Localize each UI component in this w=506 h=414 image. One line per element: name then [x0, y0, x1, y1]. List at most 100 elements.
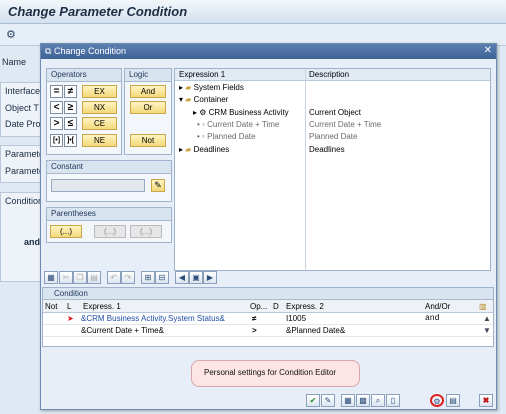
object-icon: ⚙ [199, 108, 207, 117]
logic-box: Logic And Or Not [124, 68, 172, 155]
operators-box: Operators = ≠ < ≥ > ≤ [•] ]•[ EX NX CE N… [46, 68, 122, 155]
greater-equal-button[interactable]: ≥ [64, 101, 77, 114]
dialog-title: Change Condition [53, 46, 127, 56]
copy-icon[interactable]: ❐ [73, 271, 87, 284]
tree-node-current-date[interactable]: • ▫ Current Date + Time [197, 120, 279, 132]
constant-input[interactable] [51, 179, 145, 192]
edit-constant-icon[interactable]: ✎ [151, 179, 165, 192]
operators-header: Operators [47, 69, 121, 82]
layout-icon[interactable]: ▤ [446, 394, 460, 407]
tree-col-expression: Expression 1 [179, 70, 226, 79]
row-expr2[interactable]: &Planned Date& [286, 326, 345, 335]
find-icon[interactable]: ⌕ [371, 394, 385, 407]
ne-button[interactable]: NE [82, 134, 117, 147]
bg-label-interface: Interface [5, 86, 41, 96]
tree-node-container[interactable]: ▾ ▰ Container [179, 95, 228, 107]
or-button[interactable]: Or [130, 101, 166, 114]
close-icon[interactable]: ✕ [484, 45, 492, 56]
grid-icon[interactable]: ▩ [356, 394, 370, 407]
table-row[interactable]: ➤ &CRM Business Activity.System Status& … [43, 313, 493, 325]
tree-node-crm-activity[interactable]: ▸ ⚙ CRM Business Activity [193, 108, 289, 120]
cut-icon[interactable]: ✂ [59, 271, 73, 284]
col-andor: And/Or [425, 302, 451, 311]
bg-label-date: Date Pro [5, 119, 41, 129]
bg-label-name: Name [2, 57, 27, 67]
folder-icon: ▰ [185, 83, 192, 92]
ce-button[interactable]: CE [82, 117, 117, 130]
ex-button[interactable]: EX [82, 85, 117, 98]
constant-box: Constant ✎ [46, 160, 172, 202]
cancel-icon[interactable]: ✖ [479, 394, 493, 407]
details-icon[interactable]: ▣ [189, 271, 203, 284]
personal-settings-icon[interactable]: ⚙ [430, 394, 444, 407]
delete-row-icon[interactable]: ⊟ [155, 271, 169, 284]
check-icon[interactable]: ✔ [306, 394, 320, 407]
and-button[interactable]: And [130, 85, 166, 98]
expression-tree: Expression 1 Description ▸ ▰ System Fiel… [174, 68, 491, 271]
row-pointer-icon: ➤ [67, 314, 74, 323]
remove-parentheses-button[interactable]: (...) [94, 225, 126, 238]
paste-icon[interactable]: ▤ [87, 271, 101, 284]
tree-desc-crm-activity: Current Object [309, 108, 362, 117]
tree-desc-planned-date: Planned Date [309, 132, 358, 141]
settings-icon[interactable]: ⚙ [6, 28, 18, 41]
parentheses-header: Parentheses [47, 208, 171, 221]
move-parentheses-button[interactable]: (...) [130, 225, 162, 238]
condition-caption: Condition [43, 288, 493, 300]
condition-table: Condition Not L Express. 1 Op... D Expre… [42, 287, 494, 347]
not-button[interactable]: Not [130, 134, 166, 147]
previous-icon[interactable]: ◀ [175, 271, 189, 284]
logic-header: Logic [125, 69, 171, 82]
not-between-button[interactable]: ]•[ [64, 134, 77, 147]
dialog-titlebar: ⧉ Change Condition ✕ [41, 44, 496, 59]
row-op[interactable]: > [252, 326, 257, 335]
scroll-up-icon[interactable]: ▲ [483, 314, 491, 323]
less-equal-button[interactable]: ≤ [64, 117, 77, 130]
change-condition-dialog: ⧉ Change Condition ✕ Operators = ≠ < ≥ >… [40, 43, 497, 410]
insert-parentheses-button[interactable]: (...) [50, 225, 82, 238]
constant-header: Constant [47, 161, 171, 174]
row-expr2[interactable]: I1005 [286, 314, 306, 323]
dialog-icon: ⧉ [45, 46, 52, 56]
table-row[interactable]: &Current Date + Time& > &Planned Date& ▼ [43, 325, 493, 337]
folder-icon: ▰ [185, 145, 192, 154]
tree-node-deadlines[interactable]: ▸ ▰ Deadlines [179, 145, 229, 157]
less-button[interactable]: < [50, 101, 63, 114]
redo-icon[interactable]: ↷ [121, 271, 135, 284]
col-op: Op... [250, 302, 268, 311]
column-settings-icon[interactable]: ▥ [479, 302, 487, 311]
bg-label-object: Object T [5, 103, 39, 113]
document-icon[interactable]: ▯ [386, 394, 400, 407]
col-l: L [67, 302, 72, 311]
folder-icon: ▰ [185, 95, 192, 104]
tree-header: Expression 1 Description [175, 69, 490, 81]
bg-label-param1: Paramete [5, 149, 45, 159]
edit-icon[interactable]: ✎ [321, 394, 335, 407]
row-expr1[interactable]: &CRM Business Activity.System Status& [81, 314, 225, 323]
nx-button[interactable]: NX [82, 101, 117, 114]
format-icon[interactable]: ▦ [341, 394, 355, 407]
between-button[interactable]: [•] [50, 134, 63, 147]
bg-label-and: and [24, 237, 41, 247]
bg-label-condition: Condition [5, 196, 44, 206]
field-icon: ▫ [202, 120, 205, 129]
row-expr1[interactable]: &Current Date + Time& [81, 326, 164, 335]
next-icon[interactable]: ▶ [203, 271, 217, 284]
not-equal-button[interactable]: ≠ [64, 85, 77, 98]
col-express2: Express. 2 [286, 302, 324, 311]
undo-icon[interactable]: ↶ [107, 271, 121, 284]
tree-node-system-fields[interactable]: ▸ ▰ System Fields [179, 83, 244, 95]
page-title: Change Parameter Condition [0, 0, 506, 24]
equal-button[interactable]: = [50, 85, 63, 98]
row-op[interactable]: ≠ [252, 314, 256, 323]
row-andor[interactable]: and [425, 314, 439, 323]
tree-desc-current-date: Current Date + Time [309, 120, 382, 129]
col-express1: Express. 1 [83, 302, 121, 311]
insert-row-icon[interactable]: ⊞ [141, 271, 155, 284]
select-icon[interactable]: ▦ [44, 271, 58, 284]
tree-node-planned-date[interactable]: • ▫ Planned Date [197, 132, 256, 144]
condition-header-row: Not L Express. 1 Op... D Express. 2 And/… [43, 300, 493, 313]
field-icon: ▫ [202, 132, 205, 141]
scroll-down-icon[interactable]: ▼ [483, 326, 491, 335]
greater-button[interactable]: > [50, 117, 63, 130]
